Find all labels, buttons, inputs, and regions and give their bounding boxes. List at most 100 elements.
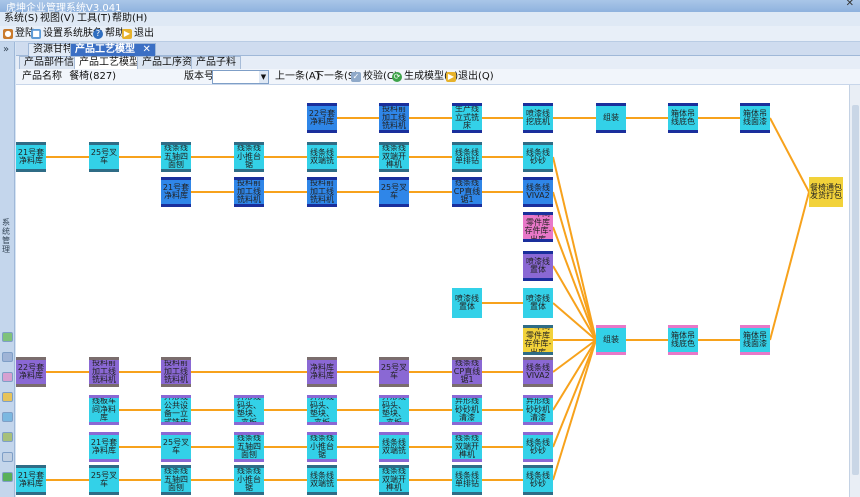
process-node[interactable]: 22号套净料库 [16,357,46,387]
process-node[interactable]: 21号套净料库 [16,465,46,495]
process-node[interactable]: 喷漆线置体 [523,251,553,281]
process-node[interactable]: 21号套净料库 [16,142,46,172]
prev-record-button[interactable]: 上一条(A) [275,71,320,83]
process-node[interactable]: 21号套净料库 [89,432,119,462]
panel-grid-icon[interactable] [2,452,13,462]
process-node[interactable]: 线条线CP直线锯1 [452,177,482,207]
version-select[interactable]: ▼ [212,70,269,84]
check-button[interactable]: ✓ 校验(C) [351,71,398,83]
process-node[interactable]: 喷漆线置体 [523,288,553,318]
process-node[interactable]: 箱体吊线面漆 [740,103,770,133]
panel-chart-icon[interactable] [2,412,13,422]
process-node[interactable]: 线条线单排钻 [452,142,482,172]
menu-help[interactable]: 帮助(H) [112,12,147,26]
panel-list-icon[interactable] [2,432,13,442]
subtab-sub-materials[interactable]: 产品子料 [191,56,241,69]
process-node[interactable]: 喷漆线置体 [452,288,482,318]
process-node[interactable]: 线条线双端铣 [307,465,337,495]
process-node[interactable]: 箱体吊线底色 [668,325,698,355]
process-node[interactable]: 一车间零件库存件库-出库 [523,325,553,355]
sub-tabs: 产品部件信息 产品工艺模型图 产品工序资料 产品子料 [16,56,860,69]
process-node[interactable]: 线条线双端开榫机 [379,465,409,495]
panel-edit-icon[interactable] [2,352,13,362]
vertical-scrollbar[interactable] [849,85,860,497]
process-node[interactable]: 线条线双端开榫机 [452,432,482,462]
process-node[interactable]: 线条线五轴四面刨 [161,142,191,172]
scrollbar-thumb[interactable] [852,105,859,475]
panel-power-icon[interactable] [2,472,13,482]
process-node[interactable]: 投料前加工线铣料机 [89,357,119,387]
process-node[interactable]: 25号叉车 [89,465,119,495]
process-node[interactable]: 线条线小推台锯 [307,432,337,462]
exit-icon: ▶ [446,72,456,82]
exit-icon: ▶ [122,29,132,39]
process-node[interactable]: 异形线码头、垫块、夹板 [379,395,409,425]
process-node[interactable]: 箱体吊线底色 [668,103,698,133]
process-node[interactable]: 异形线码头、垫块、夹板 [307,395,337,425]
panel-refresh-icon[interactable] [2,332,13,342]
menu-tools[interactable]: 工具(T) [77,12,111,26]
process-node[interactable]: 线条线双端开榫机 [379,142,409,172]
exit-button[interactable]: ▶ 退出 [122,28,154,40]
process-edge [552,339,597,411]
panel-calendar-icon[interactable] [2,392,13,402]
process-node[interactable]: 组装 [596,325,626,355]
process-node[interactable]: 线条线双端铣 [307,142,337,172]
process-node[interactable]: 投料前加工线铣料机 [307,177,337,207]
process-node[interactable]: 线条线砂砂 [523,465,553,495]
process-node[interactable]: 组装 [596,103,626,133]
process-node[interactable]: 净料库净料库 [307,357,337,387]
process-node[interactable]: 25号叉车 [89,142,119,172]
process-node[interactable]: 喷漆线挖底机 [523,103,553,133]
process-node[interactable]: 线板车间净料库 [89,395,119,425]
menu-view[interactable]: 视图(V) [40,12,75,26]
process-node[interactable]: 一车间零件库存件库-出库 [523,212,553,242]
toolbar: ● 登陆 ■ 设置系统肤色 ? 帮助 ▶ 退出 [0,26,860,42]
process-node[interactable]: 异形线公共设备一立式铣床 [161,395,191,425]
process-node[interactable]: 投料前加工线铣料机 [379,103,409,133]
process-node[interactable]: 线条线五轴四面刨 [234,432,264,462]
process-node[interactable]: 线条线单排钻 [452,465,482,495]
process-node[interactable]: 线条线小推台锯 [234,465,264,495]
process-node[interactable]: 线条线砂砂 [523,432,553,462]
process-node[interactable]: 线条线VIVA2 [523,177,553,207]
process-node[interactable]: 25号叉车 [379,357,409,387]
process-edge [552,191,597,341]
process-node[interactable]: 线条线VIVA2 [523,357,553,387]
process-node[interactable]: 投料前加工线铣料机 [161,357,191,387]
process-node[interactable]: 21号套净料库 [161,177,191,207]
process-node[interactable]: 箱体吊线面漆 [740,325,770,355]
menu-bar: 系统(S) 视图(V) 工具(T) 帮助(H) [0,12,860,26]
process-node[interactable]: 线条线双端铣 [379,432,409,462]
process-node[interactable]: 生产线立式铣床 [452,103,482,133]
process-node[interactable]: 线条线CP直线锯1 [452,357,482,387]
process-node[interactable]: 异形线码头、垫块、夹板 [234,395,264,425]
help-button[interactable]: ? 帮助 [93,28,125,40]
document-check-icon: ✓ [351,72,361,82]
process-node[interactable]: 25号叉车 [161,432,191,462]
version-label: 版本号 [184,71,214,82]
tab-close-icon[interactable]: ✕ [142,44,150,55]
generate-icon: ⟳ [392,72,402,82]
window-close-button[interactable]: ✕ [846,0,854,9]
expand-chevron-icon[interactable]: » [3,44,9,55]
process-edge [552,265,597,341]
chevron-down-icon[interactable]: ▼ [259,71,268,83]
process-node[interactable]: 餐椅通包发货打包 [809,177,843,207]
product-name-row: 产品名称 餐椅(827) [16,71,116,83]
process-node[interactable]: 25号叉车 [379,177,409,207]
left-panel-label: 系统管理 [2,218,10,254]
tab-product-process-model[interactable]: 产品工艺模型 ✕ [70,43,156,56]
process-model-canvas[interactable]: 22号套净料库 投料前加工线铣料机 生产线立式铣床 喷漆线挖底机 组装 箱体吊线底色 箱体吊… [16,85,849,497]
process-node[interactable]: 22号套净料库 [307,103,337,133]
params-exit-button[interactable]: ▶ 退出(Q) [446,71,494,83]
panel-pen-icon[interactable] [2,372,13,382]
process-node[interactable]: 投料前加工线铣料机 [234,177,264,207]
menu-system[interactable]: 系统(S) [4,12,38,26]
process-node[interactable]: 异形线砂砂机清漆 [523,395,553,425]
process-node[interactable]: 异形线砂砂机清漆 [452,395,482,425]
process-node[interactable]: 线条线五轴四面刨 [161,465,191,495]
process-node[interactable]: 线条线小推台锯 [234,142,264,172]
login-icon: ● [3,29,13,39]
process-node[interactable]: 线条线砂砂 [523,142,553,172]
